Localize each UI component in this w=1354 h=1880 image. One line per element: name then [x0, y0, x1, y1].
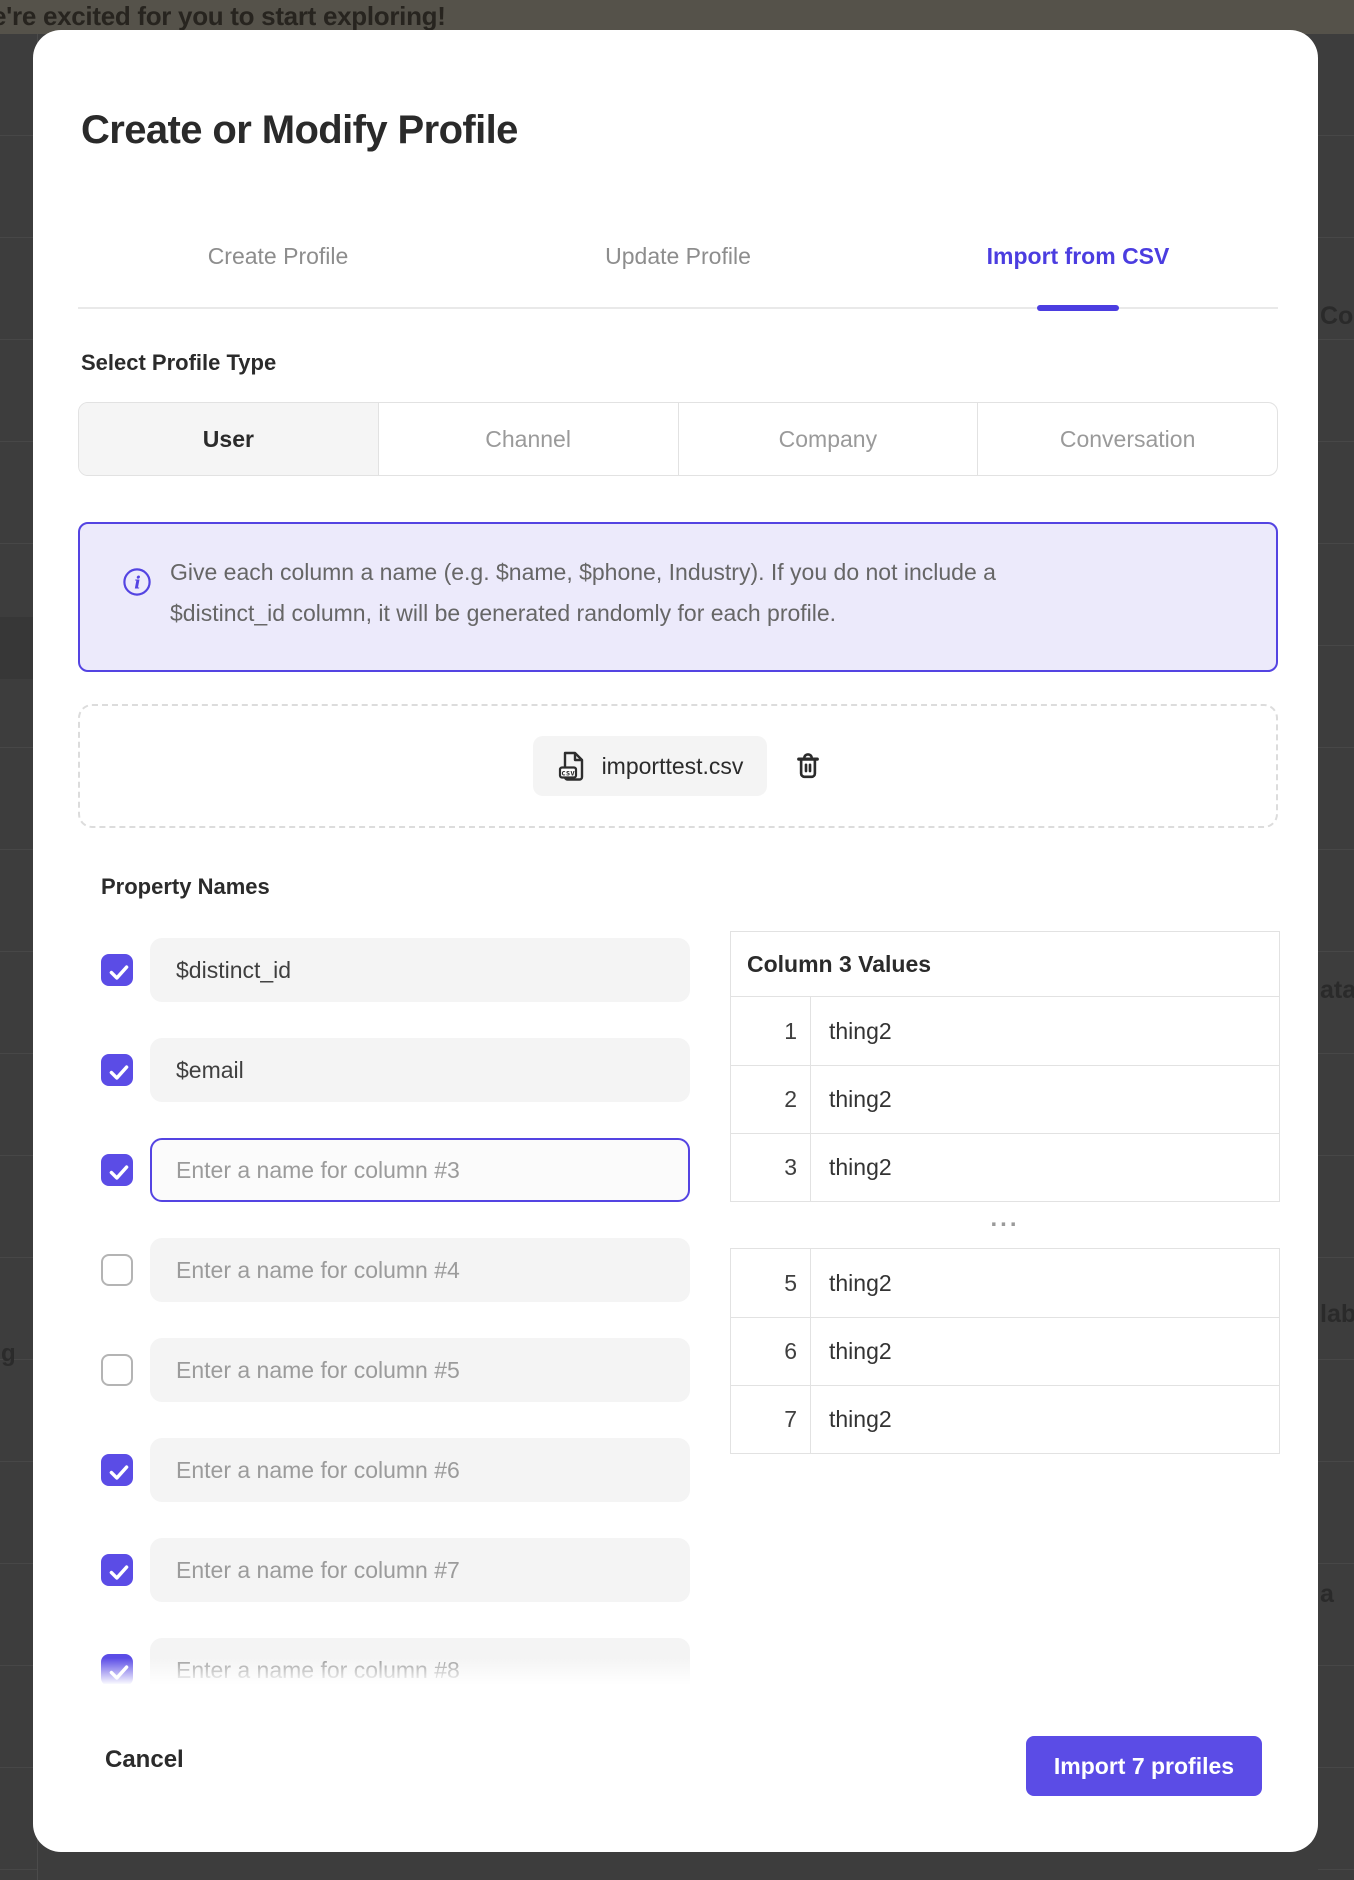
remove-file-button[interactable]: [793, 751, 823, 781]
row-value: thing2: [811, 1134, 892, 1201]
import-profiles-button[interactable]: Import 7 profiles: [1026, 1736, 1262, 1796]
dialog-title: Create or Modify Profile: [81, 108, 518, 153]
dialog-tab-bar: Create Profile Update Profile Import fro…: [78, 205, 1278, 309]
column-naming-info-note: i Give each column a name (e.g. $name, $…: [78, 522, 1278, 672]
svg-text:csv: csv: [561, 768, 575, 777]
checkmark-icon: [106, 1159, 132, 1185]
checkmark-icon: [106, 1059, 132, 1085]
table-row: 5 thing2: [731, 1249, 1279, 1317]
tab-label: Update Profile: [605, 243, 751, 270]
background-text-fragment: lab: [1320, 1300, 1354, 1329]
info-icon: i: [122, 567, 152, 597]
row-index: 2: [731, 1066, 811, 1133]
ellipsis: ...: [990, 1214, 1019, 1224]
column-7-checkbox[interactable]: [101, 1554, 133, 1586]
column-5-name-input[interactable]: [150, 1338, 690, 1402]
svg-text:i: i: [134, 574, 140, 594]
background-right-edge: Col ata lab a: [1318, 34, 1354, 1880]
uploaded-file-name: importtest.csv: [602, 753, 744, 780]
checkmark-icon: [106, 1559, 132, 1585]
profile-type-conversation[interactable]: Conversation: [977, 403, 1277, 475]
segment-label: Conversation: [1060, 426, 1196, 453]
property-row-4: [33, 1238, 733, 1302]
segment-label: Channel: [485, 426, 571, 453]
table-row: 2 thing2: [731, 1065, 1279, 1133]
property-row-8: [33, 1638, 733, 1684]
property-row-2: [33, 1038, 733, 1102]
property-row-1: [33, 938, 733, 1002]
uploaded-file-chip: csv importtest.csv: [533, 736, 768, 796]
tab-create-profile[interactable]: Create Profile: [78, 205, 478, 307]
column-4-checkbox[interactable]: [101, 1254, 133, 1286]
info-note-line1: Give each column a name (e.g. $name, $ph…: [170, 552, 996, 593]
background-text-fragment: a: [1320, 1580, 1334, 1609]
property-row-6: [33, 1438, 733, 1502]
segment-label: Company: [779, 426, 877, 453]
tab-label: Create Profile: [208, 243, 349, 270]
preview-table-gap: ...: [730, 1202, 1280, 1248]
table-row: 6 thing2: [731, 1317, 1279, 1385]
row-value: thing2: [811, 1249, 892, 1317]
preview-table-top-rows: 1 thing2 2 thing2 3 thing2: [730, 997, 1280, 1202]
background-text-fragment: Col: [1320, 302, 1354, 331]
row-index: 7: [731, 1386, 811, 1453]
profile-type-user[interactable]: User: [79, 403, 378, 475]
property-names-list: [33, 906, 733, 1684]
column-2-name-input[interactable]: [150, 1038, 690, 1102]
property-row-3: [33, 1138, 733, 1202]
checkmark-icon: [106, 1659, 132, 1684]
cancel-button[interactable]: Cancel: [105, 1746, 184, 1774]
background-banner: e're excited for you to start exploring!: [0, 0, 1354, 34]
column-2-checkbox[interactable]: [101, 1054, 133, 1086]
csv-upload-dropzone[interactable]: csv importtest.csv: [78, 704, 1278, 828]
column-3-name-input[interactable]: [150, 1138, 690, 1202]
info-note-line2: $distinct_id column, it will be generate…: [170, 593, 996, 634]
tab-label: Import from CSV: [987, 243, 1170, 270]
row-index: 6: [731, 1318, 811, 1385]
tab-import-from-csv[interactable]: Import from CSV: [878, 205, 1278, 307]
checkmark-icon: [106, 959, 132, 985]
profile-type-channel[interactable]: Channel: [378, 403, 678, 475]
column-1-name-input[interactable]: [150, 938, 690, 1002]
column-values-preview-table: Column 3 Values 1 thing2 2 thing2 3 thin…: [730, 931, 1280, 1454]
table-row: 1 thing2: [731, 997, 1279, 1065]
profile-type-segmented-control: User Channel Company Conversation: [78, 402, 1278, 476]
background-text-fragment: g: [1, 1340, 16, 1368]
preview-table-header: Column 3 Values: [730, 931, 1280, 997]
trash-icon: [793, 751, 823, 781]
info-note-text: Give each column a name (e.g. $name, $ph…: [170, 552, 996, 634]
column-5-checkbox[interactable]: [101, 1354, 133, 1386]
property-row-5: [33, 1338, 733, 1402]
segment-label: User: [203, 426, 254, 453]
background-banner-text: e're excited for you to start exploring!: [0, 1, 446, 32]
tab-update-profile[interactable]: Update Profile: [478, 205, 878, 307]
column-6-checkbox[interactable]: [101, 1454, 133, 1486]
column-1-checkbox[interactable]: [101, 954, 133, 986]
csv-file-icon: csv: [557, 750, 589, 782]
property-row-7: [33, 1538, 733, 1602]
preview-table-bottom-rows: 5 thing2 6 thing2 7 thing2: [730, 1248, 1280, 1454]
active-tab-indicator: [1037, 305, 1119, 311]
column-8-name-input[interactable]: [150, 1638, 690, 1684]
table-row: 3 thing2: [731, 1133, 1279, 1201]
create-or-modify-profile-dialog: Create or Modify Profile Create Profile …: [33, 30, 1318, 1852]
row-index: 3: [731, 1134, 811, 1201]
row-index: 1: [731, 997, 811, 1065]
column-4-name-input[interactable]: [150, 1238, 690, 1302]
column-7-name-input[interactable]: [150, 1538, 690, 1602]
row-index: 5: [731, 1249, 811, 1317]
profile-type-company[interactable]: Company: [678, 403, 978, 475]
row-value: thing2: [811, 1386, 892, 1453]
row-value: thing2: [811, 1066, 892, 1133]
row-value: thing2: [811, 1318, 892, 1385]
row-value: thing2: [811, 997, 892, 1065]
column-3-checkbox[interactable]: [101, 1154, 133, 1186]
column-8-checkbox[interactable]: [101, 1654, 133, 1684]
checkmark-icon: [106, 1459, 132, 1485]
property-names-label: Property Names: [101, 874, 270, 900]
select-profile-type-label: Select Profile Type: [81, 350, 276, 376]
background-text-fragment: ata: [1320, 976, 1354, 1005]
column-6-name-input[interactable]: [150, 1438, 690, 1502]
table-row: 7 thing2: [731, 1385, 1279, 1453]
